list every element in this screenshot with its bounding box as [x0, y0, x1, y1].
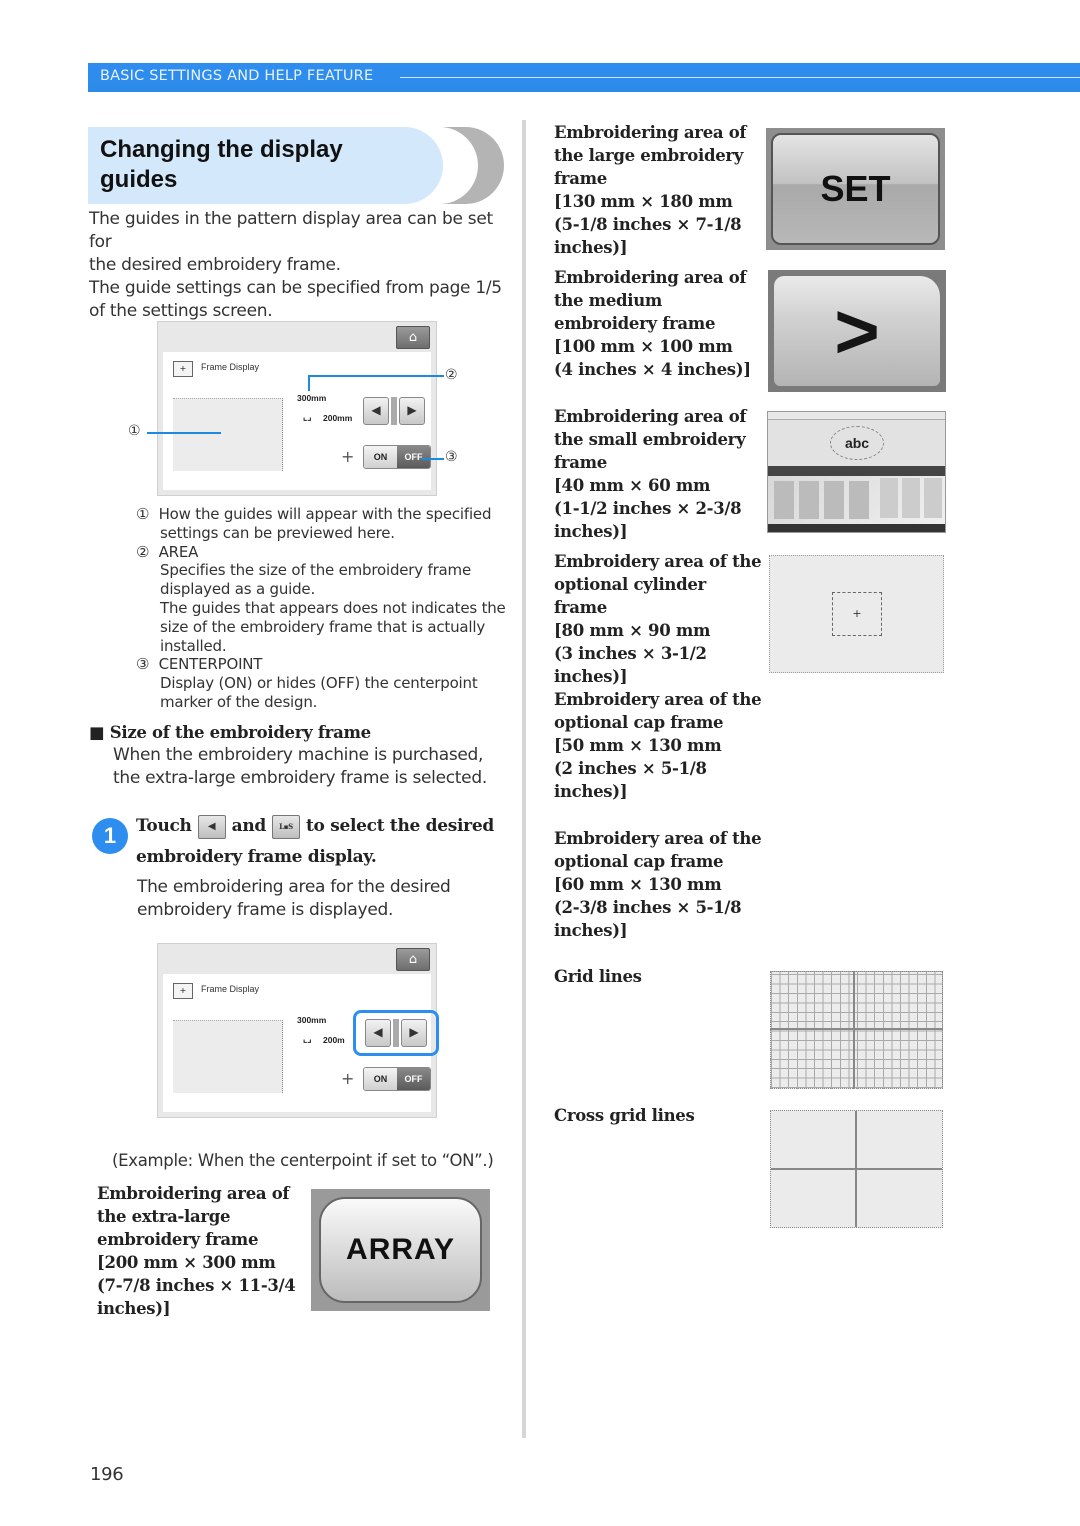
cross-grid-lines-label: Cross grid lines [554, 1106, 695, 1125]
frame-display-label: Frame Display [201, 362, 260, 372]
centerpoint-off-button[interactable]: OFF [397, 446, 430, 468]
callout-2: ② [445, 367, 458, 383]
step-number-badge: 1 [92, 818, 128, 854]
area-selector: ◀ ▶ [363, 397, 425, 425]
page-number: 196 [90, 1464, 124, 1485]
home-icon: ⌂ [408, 952, 418, 967]
example-caption: (Example: When the centerpoint if set to… [112, 1151, 494, 1170]
guide-preview-area [173, 1020, 283, 1093]
frame-display-screen-example: ⌂ + Frame Display 300mm ⌞⌟ 200m ◀ ▶ + ON… [157, 943, 439, 1118]
centerpoint-on-button[interactable]: ON [364, 446, 397, 468]
frame-display-screen: ⌂ + Frame Display 300mm ⌞⌟ 200mm ◀ ▶ + O… [157, 321, 437, 496]
frame-extra-large-description: Embroidering area of the extra-large embro… [97, 1184, 296, 1318]
frame-cylinder-description: Embroidery area of the optional cylinder … [554, 552, 762, 686]
frame-display-icon: + [173, 361, 193, 377]
step-1-description: The embroidering area for the desired emb… [137, 877, 451, 920]
area-selector: ◀ ▶ [365, 1019, 427, 1047]
centerpoint-on-button[interactable]: ON [364, 1068, 397, 1090]
size-section: ■ Size of the embroidery frame When the … [89, 723, 487, 788]
home-button[interactable]: ⌂ [396, 948, 430, 971]
grid-lines-preview [770, 971, 943, 1089]
frame-cap-50-description: Embroidery area of the optional cap frame… [554, 690, 762, 801]
frame-large-description: Embroidering area of the large embroidery… [554, 123, 747, 257]
section-header-bar: BASIC SETTINGS AND HELP FEATURE [88, 63, 1080, 92]
area-width-label: 300mm [297, 1015, 327, 1025]
area-width-label: 300mm [297, 393, 327, 403]
home-button[interactable]: ⌂ [396, 326, 430, 349]
frame-display-icon: + [173, 983, 193, 999]
frame-small-description: Embroidering area of the small embroidery… [554, 407, 747, 541]
frame-medium-description: Embroidering area of the medium embroidery… [554, 268, 751, 379]
frame-display-label: Frame Display [201, 984, 260, 994]
area-next-button[interactable]: ▶ [401, 1019, 427, 1047]
section-title: BASIC SETTINGS AND HELP FEATURE [100, 68, 374, 84]
home-icon: ⌂ [408, 330, 418, 345]
area-height-label: 200mm [323, 413, 353, 423]
frame-cap-60-description: Embroidery area of the optional cap frame… [554, 829, 762, 940]
centerpoint-toggle: ON OFF [363, 445, 431, 469]
guide-preview-area [173, 398, 283, 471]
page-title-box: Changing the display guides [88, 127, 504, 204]
bullet-icon: ■ [89, 723, 105, 742]
area-prev-button[interactable]: ◀ [363, 397, 389, 425]
legend-item-2: ② AREA Specifies the size of the embroid… [136, 542, 506, 655]
grid-lines-label: Grid lines [554, 967, 642, 986]
step-1-instruction: Touch ◀ and L▪S to select the desired embroid… [136, 814, 494, 867]
column-divider [522, 120, 526, 1438]
legend-item-3: ③ CENTERPOINT Display (ON) or hides (OFF… [136, 655, 478, 711]
intro-text: The guides in the pattern display area c… [89, 209, 502, 321]
callout-1: ① [128, 423, 141, 439]
header-rule [400, 77, 1080, 78]
callout-3: ③ [445, 449, 458, 465]
centerpoint-icon: + [341, 447, 355, 466]
frame-size-lms-icon: L▪S [272, 814, 300, 839]
centerpoint-off-button[interactable]: OFF [397, 1068, 430, 1090]
prev-arrow-icon: ◀ [197, 814, 226, 839]
small-frame-screen-image: abc [767, 411, 946, 533]
page-title: Changing the display guides [100, 136, 343, 193]
set-button-image: SET [766, 128, 945, 250]
area-next-button[interactable]: ▶ [399, 397, 425, 425]
centerpoint-toggle: ON OFF [363, 1067, 431, 1091]
centerpoint-marker: + [832, 592, 882, 636]
array-button-image: ARRAY [311, 1189, 490, 1311]
next-arrow-button-image: > [768, 270, 946, 392]
callout-legend: ① How the guides will appear with the sp… [136, 505, 516, 712]
area-prev-button[interactable]: ◀ [365, 1019, 391, 1047]
cross-grid-preview [770, 1110, 943, 1228]
frame-size-icon: ⌞⌟ [303, 1034, 312, 1044]
area-height-label: 200m [323, 1035, 345, 1045]
legend-item-1: ① How the guides will appear with the sp… [136, 505, 492, 542]
centerpoint-icon: + [341, 1069, 355, 1088]
frame-size-icon: ⌞⌟ [303, 412, 312, 422]
cylinder-frame-preview: + [769, 555, 944, 673]
size-heading: Size of the embroidery frame [109, 723, 371, 742]
